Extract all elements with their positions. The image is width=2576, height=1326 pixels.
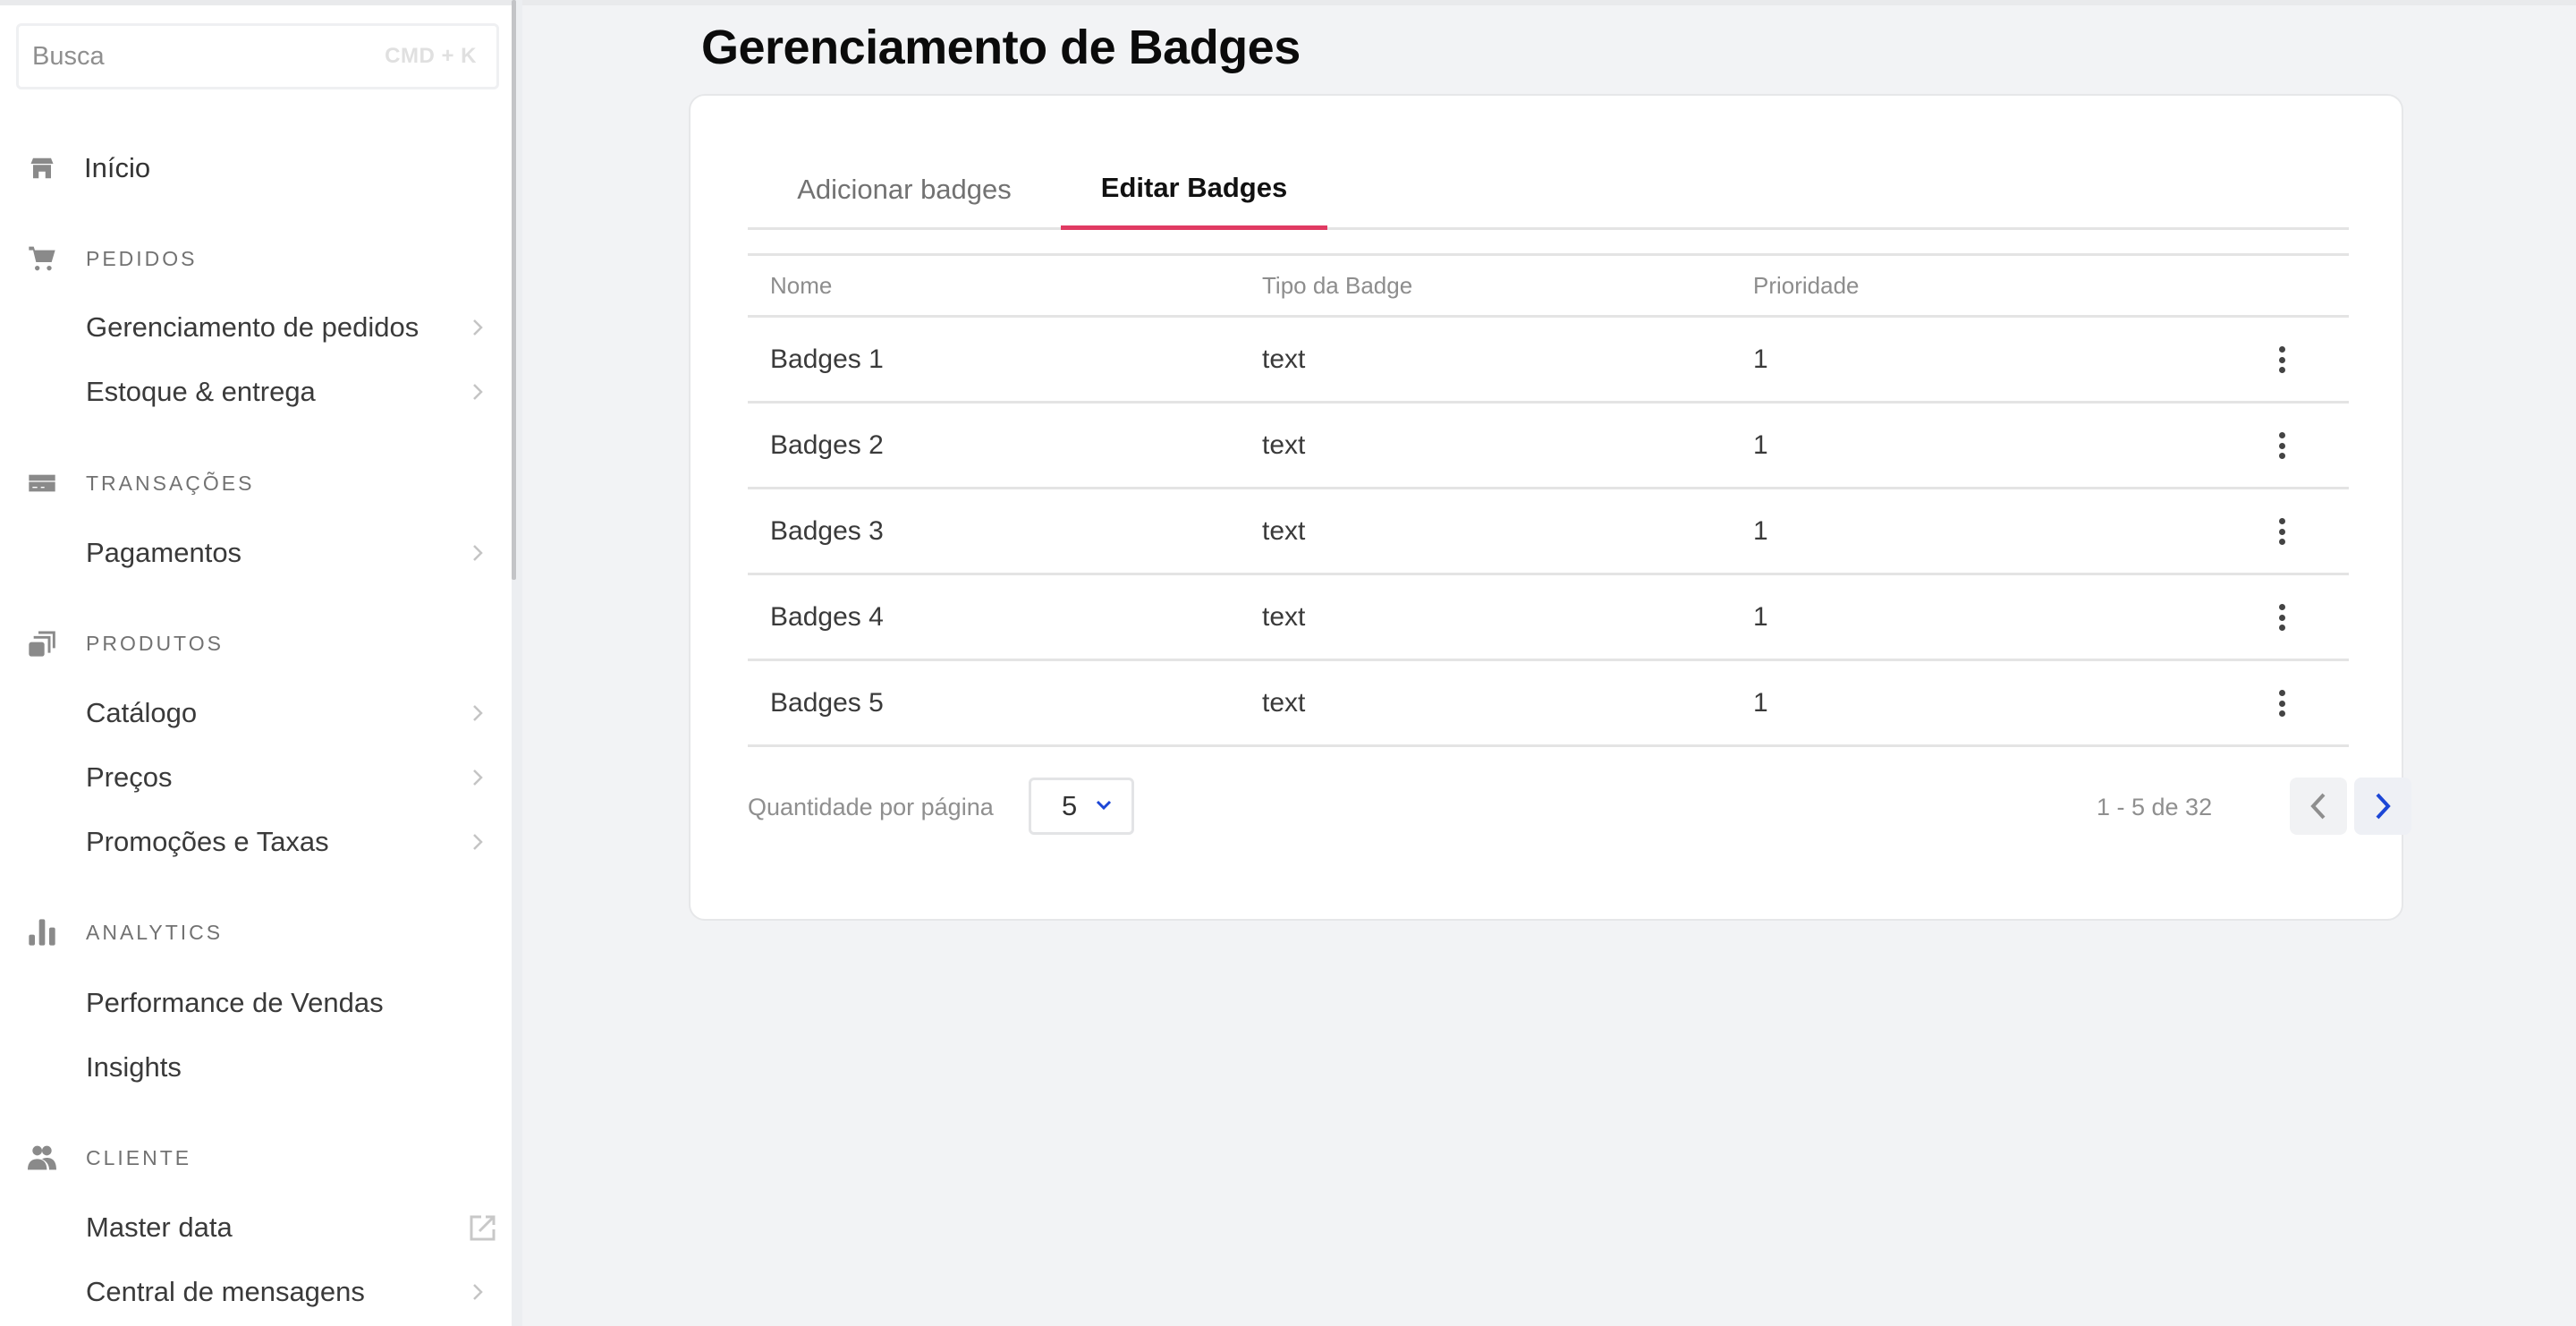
sidebar-item-insights[interactable]: Insights xyxy=(0,1042,501,1092)
pagination: Quantidade por página 5 1 - 5 de 32 xyxy=(748,778,2411,837)
sidebar-item-gerenciamento-de-pedidos[interactable]: Gerenciamento de pedidos xyxy=(0,302,501,353)
chevron-right-icon xyxy=(473,834,483,850)
cell-name: Badges 3 xyxy=(770,515,884,546)
chevron-right-icon xyxy=(473,545,483,561)
kebab-menu-icon[interactable] xyxy=(2268,344,2295,375)
users-icon xyxy=(27,1143,57,1173)
cart-icon xyxy=(27,243,57,274)
table-row[interactable]: Badges 1 text 1 xyxy=(748,318,2349,404)
sidebar-item-label: Master data xyxy=(86,1211,233,1243)
cell-name: Badges 2 xyxy=(770,429,884,460)
table-row[interactable]: Badges 4 text 1 xyxy=(748,575,2349,661)
cell-type: text xyxy=(1262,687,1306,718)
column-header-prioridade: Prioridade xyxy=(1753,271,1860,299)
badges-table: Nome Tipo da Badge Prioridade Badges 1 t… xyxy=(748,253,2349,747)
pagination-range: 1 - 5 de 32 xyxy=(2097,793,2213,820)
sidebar-item-inicio[interactable]: Início xyxy=(0,141,501,195)
cell-priority: 1 xyxy=(1753,601,1768,632)
sidebar-item-precos[interactable]: Preços xyxy=(0,752,501,803)
chevron-right-icon xyxy=(473,1284,483,1300)
sidebar-item-pagamentos[interactable]: Pagamentos xyxy=(0,528,501,578)
chevron-left-icon xyxy=(2310,793,2326,820)
sidebar-item-label: Pagamentos xyxy=(86,537,242,568)
section-label: CLIENTE xyxy=(86,1145,192,1169)
section-produtos: PRODUTOS xyxy=(0,621,501,666)
tab-adicionar-badges[interactable]: Adicionar badges xyxy=(748,149,1061,230)
external-link-icon xyxy=(470,1215,496,1241)
sidebar-item-label: Central de mensagens xyxy=(86,1276,365,1307)
cell-priority: 1 xyxy=(1753,429,1768,460)
cell-type: text xyxy=(1262,344,1306,374)
sidebar-item-estoque-entrega[interactable]: Estoque & entrega xyxy=(0,367,501,417)
column-header-tipo: Tipo da Badge xyxy=(1262,271,1413,299)
cell-name: Badges 1 xyxy=(770,344,884,374)
per-page-value: 5 xyxy=(1062,790,1078,821)
sidebar-item-label: Catálogo xyxy=(86,697,198,728)
table-row[interactable]: Badges 3 text 1 xyxy=(748,489,2349,575)
sidebar-item-label: Performance de Vendas xyxy=(86,987,384,1018)
section-label: ANALYTICS xyxy=(86,920,224,944)
badges-card: Adicionar badges Editar Badges Nome Tipo… xyxy=(689,94,2411,921)
section-label: PEDIDOS xyxy=(86,246,198,270)
tab-bar: Adicionar badges Editar Badges xyxy=(748,149,2349,230)
sidebar: Busca CMD + K Início PEDIDOS Gerenciamen… xyxy=(0,5,512,1326)
cell-priority: 1 xyxy=(1753,687,1768,718)
kebab-menu-icon[interactable] xyxy=(2268,688,2295,718)
search-placeholder: Busca xyxy=(32,41,105,71)
search-input[interactable]: Busca CMD + K xyxy=(16,23,499,89)
table-row[interactable]: Badges 2 text 1 xyxy=(748,404,2349,489)
cell-name: Badges 5 xyxy=(770,687,884,718)
section-label: TRANSAÇÕES xyxy=(86,471,255,495)
per-page-select[interactable]: 5 xyxy=(1029,778,1134,835)
search-shortcut-hint: CMD + K xyxy=(385,44,477,68)
sidebar-item-promocoes-e-taxas[interactable]: Promoções e Taxas xyxy=(0,817,501,867)
chevron-down-icon xyxy=(1096,800,1112,811)
cell-priority: 1 xyxy=(1753,515,1768,546)
per-page-label: Quantidade por página xyxy=(748,793,994,820)
section-label: PRODUTOS xyxy=(86,631,224,655)
sidebar-item-label: Insights xyxy=(86,1051,182,1083)
table-row[interactable]: Badges 5 text 1 xyxy=(748,661,2349,747)
previous-page-button[interactable] xyxy=(2290,778,2347,835)
kebab-menu-icon[interactable] xyxy=(2268,602,2295,633)
page-title: Gerenciamento de Badges xyxy=(701,21,1301,74)
sidebar-item-label: Preços xyxy=(86,761,173,793)
chevron-right-icon xyxy=(473,384,483,400)
bar-chart-icon xyxy=(27,917,57,948)
sidebar-item-performance-de-vendas[interactable]: Performance de Vendas xyxy=(0,978,501,1028)
sidebar-scrollbar-thumb[interactable] xyxy=(512,0,516,580)
cell-priority: 1 xyxy=(1753,344,1768,374)
column-header-nome: Nome xyxy=(770,271,833,299)
chevron-right-icon xyxy=(473,319,483,336)
section-cliente: CLIENTE xyxy=(0,1135,501,1180)
sidebar-item-label: Início xyxy=(84,152,151,183)
sidebar-item-catalogo[interactable]: Catálogo xyxy=(0,688,501,738)
kebab-menu-icon[interactable] xyxy=(2268,516,2295,547)
next-page-button[interactable] xyxy=(2354,778,2411,835)
tab-editar-badges[interactable]: Editar Badges xyxy=(1061,149,1327,230)
credit-card-icon xyxy=(27,468,57,498)
section-analytics: ANALYTICS xyxy=(0,910,501,955)
cell-type: text xyxy=(1262,515,1306,546)
sidebar-item-label: Estoque & entrega xyxy=(86,376,316,407)
chevron-right-icon xyxy=(473,705,483,721)
cell-type: text xyxy=(1262,429,1306,460)
cell-name: Badges 4 xyxy=(770,601,884,632)
store-icon xyxy=(27,153,57,183)
sidebar-item-label: Promoções e Taxas xyxy=(86,826,329,857)
table-header: Nome Tipo da Badge Prioridade xyxy=(748,253,2349,318)
section-transacoes: TRANSAÇÕES xyxy=(0,461,501,506)
chevron-right-icon xyxy=(2376,793,2391,820)
sidebar-item-label: Gerenciamento de pedidos xyxy=(86,311,419,343)
chevron-right-icon xyxy=(473,769,483,786)
section-pedidos: PEDIDOS xyxy=(0,236,501,281)
sidebar-item-central-de-mensagens[interactable]: Central de mensagens xyxy=(0,1267,501,1317)
sidebar-item-master-data[interactable]: Master data xyxy=(0,1203,501,1253)
cell-type: text xyxy=(1262,601,1306,632)
products-stack-icon xyxy=(27,628,57,659)
kebab-menu-icon[interactable] xyxy=(2268,430,2295,461)
